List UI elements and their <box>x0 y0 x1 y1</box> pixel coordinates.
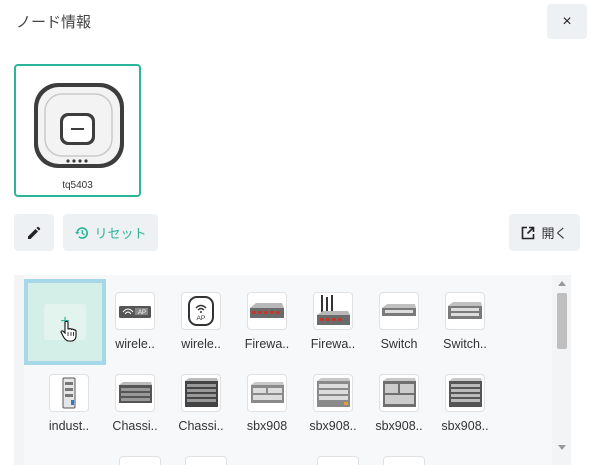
firewall-device-icon <box>247 292 287 330</box>
chassis-device-icon <box>115 374 155 412</box>
node-palette: + AP wirele.. <box>14 275 571 465</box>
open-label: 開く <box>541 226 568 241</box>
pencil-icon <box>28 226 41 239</box>
palette-tile-sbx908-2[interactable]: sbx908.. <box>302 374 364 433</box>
svg-text:AP: AP <box>138 310 146 316</box>
dialog-title: ノード情報 <box>16 14 92 31</box>
access-point-icon <box>34 83 124 168</box>
palette-tile-switch-1[interactable]: Switch <box>368 292 430 351</box>
tile-label: sbx908.. <box>441 419 489 433</box>
tile-label: Firewa.. <box>310 337 356 351</box>
add-node-tile[interactable]: + <box>24 279 106 365</box>
open-external-icon <box>522 226 535 239</box>
switch-stack-icon <box>445 292 485 330</box>
palette-tile-firewall-2[interactable]: Firewa.. <box>302 292 364 351</box>
firewall-antenna-icon <box>313 292 353 330</box>
hand-cursor-icon <box>60 320 77 342</box>
tile-label: Switch <box>380 337 418 351</box>
palette-tile-sbx908-4[interactable]: sbx908.. <box>434 374 496 433</box>
tile-label: Switch.. <box>443 337 487 351</box>
palette-tile-partial[interactable] <box>119 456 161 465</box>
palette-tile-chassis-1[interactable]: Chassi.. <box>104 374 166 433</box>
chassis-large-icon <box>181 374 221 412</box>
open-button[interactable]: 開く <box>509 214 580 251</box>
tile-label: sbx908.. <box>309 419 357 433</box>
scroll-up-icon[interactable] <box>558 281 566 286</box>
node-name: tq5403 <box>62 180 93 191</box>
tile-label: Chassi.. <box>178 419 224 433</box>
palette-tile-sbx908-3[interactable]: sbx908.. <box>368 374 430 433</box>
svg-text:AP: AP <box>197 315 206 322</box>
node-preview-card[interactable]: tq5403 <box>14 64 141 197</box>
sbx908-variant-icon <box>313 374 353 412</box>
tile-label: sbx908 <box>246 419 288 433</box>
palette-tile-chassis-2[interactable]: Chassi.. <box>170 374 232 433</box>
tile-label: indust.. <box>48 419 90 433</box>
industrial-switch-icon <box>49 374 89 412</box>
history-icon <box>75 226 89 239</box>
sbx908-variant-icon <box>445 374 485 412</box>
reset-button[interactable]: リセット <box>63 214 158 251</box>
tile-label: Firewa.. <box>244 337 290 351</box>
tile-label: wirele.. <box>181 337 221 351</box>
wireless-ap-round-icon: AP <box>181 292 221 330</box>
palette-tile-switch-2[interactable]: Switch.. <box>434 292 496 351</box>
scroll-thumb[interactable] <box>557 293 567 349</box>
sbx908-device-icon <box>247 374 287 412</box>
tile-label: wirele.. <box>115 337 155 351</box>
switch-device-icon <box>379 292 419 330</box>
close-icon: × <box>562 12 572 30</box>
palette-tile-sbx908-1[interactable]: sbx908 <box>236 374 298 433</box>
palette-tile-wireless-2[interactable]: AP wirele.. <box>170 292 232 351</box>
tile-label: Chassi.. <box>112 419 158 433</box>
palette-tile-partial[interactable] <box>317 456 359 465</box>
palette-scrollbar[interactable] <box>554 277 571 455</box>
palette-tile-partial[interactable] <box>185 456 227 465</box>
wireless-ap-device-icon: AP <box>115 292 155 330</box>
reset-label: リセット <box>94 226 147 241</box>
palette-tile-industrial[interactable]: indust.. <box>38 374 100 433</box>
close-button[interactable]: × <box>547 4 587 39</box>
palette-tile-firewall-1[interactable]: Firewa.. <box>236 292 298 351</box>
palette-tile-partial[interactable] <box>383 456 425 465</box>
palette-tile-wireless-1[interactable]: AP wirele.. <box>104 292 166 351</box>
sbx908-variant-icon <box>379 374 419 412</box>
edit-button[interactable] <box>14 214 54 251</box>
scroll-down-icon[interactable] <box>558 445 566 450</box>
tile-label: sbx908.. <box>375 419 423 433</box>
